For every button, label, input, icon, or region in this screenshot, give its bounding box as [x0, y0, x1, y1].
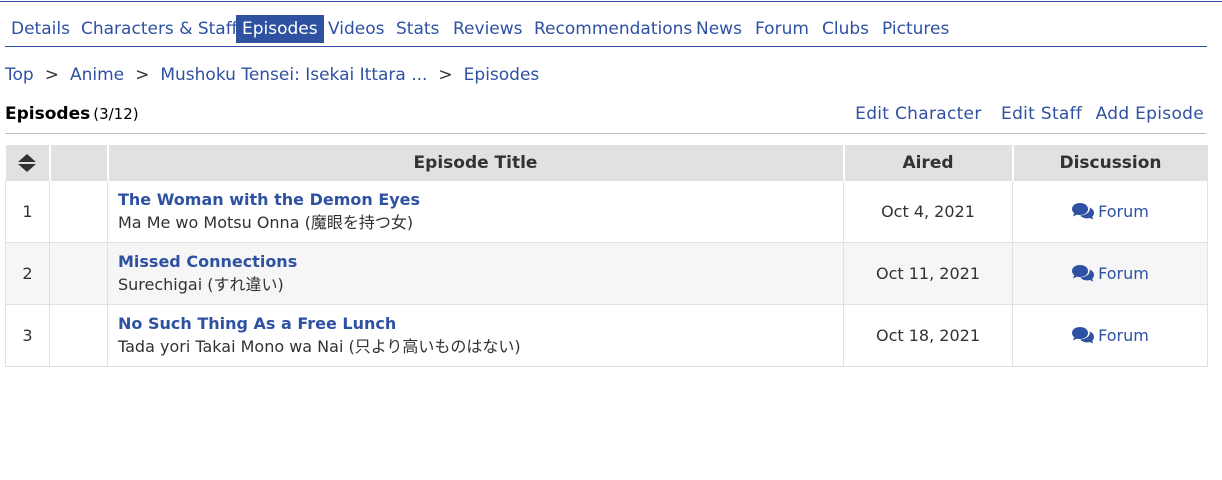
episode-number: 2	[5, 242, 50, 305]
tab-details[interactable]: Details	[5, 15, 76, 43]
episode-discussion-cell: Forum	[1012, 304, 1208, 367]
breadcrumb-separator: >	[438, 65, 453, 85]
episode-title-japanese: Tada yori Takai Mono wa Nai (只より高いものはない)	[118, 337, 521, 356]
forum-link[interactable]: Forum	[1071, 202, 1149, 221]
episode-aired-date: Oct 11, 2021	[843, 242, 1013, 305]
top-border-line	[0, 1, 1222, 2]
sort-column-header[interactable]	[5, 145, 50, 181]
comments-icon	[1072, 327, 1095, 344]
breadcrumb-separator: >	[135, 65, 150, 85]
episodes-heading: Episodes	[5, 104, 91, 124]
episode-title-link[interactable]: The Woman with the Demon Eyes	[118, 188, 843, 211]
forum-link[interactable]: Forum	[1071, 326, 1149, 345]
tab-reviews[interactable]: Reviews	[447, 15, 529, 43]
breadcrumb-separator: >	[44, 65, 59, 85]
tab-clubs[interactable]: Clubs	[816, 15, 875, 43]
episode-number: 3	[5, 304, 50, 367]
forum-link[interactable]: Forum	[1071, 264, 1149, 283]
forum-link-label: Forum	[1098, 202, 1149, 221]
episode-video-cell	[49, 242, 108, 305]
aired-header: Aired	[842, 145, 1013, 181]
comments-icon	[1072, 203, 1095, 220]
edit-staff-link[interactable]: Edit Staff	[1001, 104, 1082, 124]
episode-video-cell	[49, 180, 108, 243]
episode-title-link[interactable]: No Such Thing As a Free Lunch	[118, 312, 843, 335]
episodes-header: Episodes (3/12) Edit Character Edit Staff…	[5, 104, 1206, 134]
table-row: 1 The Woman with the Demon Eyes Ma Me wo…	[5, 180, 1208, 243]
tab-news[interactable]: News	[690, 15, 748, 43]
header-links: Edit Character Edit Staff Add Episode	[841, 104, 1204, 124]
breadcrumb: Top > Anime > Mushoku Tensei: Isekai Ittara …	[5, 65, 539, 87]
edit-character-link[interactable]: Edit Character	[855, 104, 981, 124]
episode-title-japanese: Ma Me wo Motsu Onna (魔眼を持つ女)	[118, 213, 414, 232]
forum-link-label: Forum	[1098, 264, 1149, 283]
episode-title-cell: No Such Thing As a Free Lunch Tada yori …	[107, 304, 844, 367]
table-header-row: Episode Title Aired Discussion	[5, 145, 1208, 181]
table-row: 3 No Such Thing As a Free Lunch Tada yor…	[5, 304, 1208, 367]
tab-videos[interactable]: Videos	[322, 15, 391, 43]
episode-table: Episode Title Aired Discussion 1 The Wom…	[5, 145, 1208, 367]
episode-aired-date: Oct 4, 2021	[843, 180, 1013, 243]
episode-title-header: Episode Title	[106, 145, 844, 181]
episode-number: 1	[5, 180, 50, 243]
episode-discussion-cell: Forum	[1012, 180, 1208, 243]
tab-forum[interactable]: Forum	[749, 15, 815, 43]
tab-recommendations[interactable]: Recommendations	[528, 15, 698, 43]
table-row: 2 Missed Connections Surechigai (すれ違い) O…	[5, 242, 1208, 305]
episode-title-cell: Missed Connections Surechigai (すれ違い)	[107, 242, 844, 305]
tab-pictures[interactable]: Pictures	[876, 15, 955, 43]
episode-count: (3/12)	[93, 105, 139, 123]
anime-nav-bar: Details Characters & Staff Episodes Vide…	[5, 15, 1207, 47]
episode-title-cell: The Woman with the Demon Eyes Ma Me wo M…	[107, 180, 844, 243]
discussion-header: Discussion	[1011, 145, 1208, 181]
breadcrumb-anime[interactable]: Anime	[70, 65, 124, 85]
episode-aired-date: Oct 18, 2021	[843, 304, 1013, 367]
forum-link-label: Forum	[1098, 326, 1149, 345]
sort-up-down-icon[interactable]	[16, 152, 38, 174]
episode-discussion-cell: Forum	[1012, 242, 1208, 305]
comments-icon	[1072, 265, 1095, 282]
breadcrumb-anime-title[interactable]: Mushoku Tensei: Isekai Ittara ...	[160, 65, 427, 85]
episode-video-cell	[49, 304, 108, 367]
episode-title-japanese: Surechigai (すれ違い)	[118, 275, 284, 294]
tab-episodes[interactable]: Episodes	[236, 15, 324, 43]
episode-title-link[interactable]: Missed Connections	[118, 250, 843, 273]
blank-column-header	[48, 145, 108, 181]
tab-characters-staff[interactable]: Characters & Staff	[75, 15, 243, 43]
add-episode-link[interactable]: Add Episode	[1096, 104, 1204, 124]
breadcrumb-episodes[interactable]: Episodes	[464, 65, 540, 85]
page-title: Episodes (3/12)	[5, 104, 139, 124]
breadcrumb-top[interactable]: Top	[5, 65, 34, 85]
tab-stats[interactable]: Stats	[390, 15, 445, 43]
